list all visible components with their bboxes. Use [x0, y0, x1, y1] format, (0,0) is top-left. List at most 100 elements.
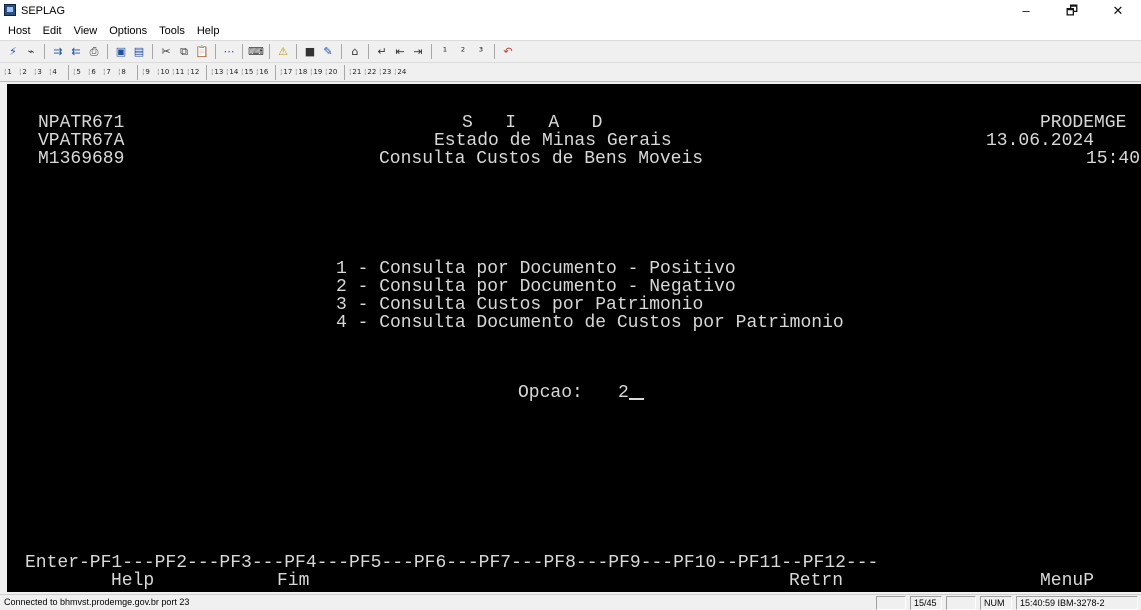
status-panel-empty: [876, 596, 906, 610]
connect-icon[interactable]: ⚡: [5, 44, 21, 60]
option-input[interactable]: 2: [618, 384, 644, 402]
toolbar-separator: [215, 44, 216, 59]
pf22-key[interactable]: 22: [364, 68, 379, 76]
pf16-key[interactable]: 16: [256, 68, 271, 76]
paste-icon[interactable]: 📋: [194, 44, 210, 60]
toolbar-separator: [431, 44, 432, 59]
pf3-key[interactable]: 3: [34, 68, 49, 76]
screen-title: Consulta Custos de Bens Moveis: [379, 149, 704, 169]
toolbar-separator: [494, 44, 495, 59]
terminal-screen[interactable]: NPATR671 VPATR67A M1369689 S I A D Estad…: [7, 84, 1141, 592]
copy-screen-icon[interactable]: ▣: [113, 44, 129, 60]
pf18-key[interactable]: 18: [295, 68, 310, 76]
status-bar: Connected to bhmvst.prodemge.gov.br port…: [0, 594, 1141, 610]
pf5-key[interactable]: 5: [73, 68, 88, 76]
toolbar-separator: [137, 64, 138, 80]
menu-options[interactable]: Options: [103, 22, 153, 40]
pf23-key[interactable]: 23: [379, 68, 394, 76]
option-label: Opcao:: [518, 383, 583, 403]
function-keys-line: Enter-PF1---PF2---PF3---PF4---PF5---PF6-…: [25, 553, 879, 573]
pf20-key[interactable]: 20: [325, 68, 340, 76]
pa2-icon[interactable]: ²: [455, 44, 471, 60]
status-panel-empty: [946, 596, 976, 610]
pf13-key[interactable]: 13: [211, 68, 226, 76]
pf24-key[interactable]: 24: [394, 68, 409, 76]
minimize-button[interactable]: –: [1003, 0, 1049, 22]
display-icon[interactable]: ■: [302, 44, 318, 60]
alert-icon[interactable]: ⚠: [275, 44, 291, 60]
user-id: M1369689: [38, 149, 125, 169]
home-icon[interactable]: ⌂: [347, 44, 363, 60]
close-button[interactable]: ✕: [1095, 0, 1141, 22]
toolbar-separator: [368, 44, 369, 59]
enter-icon[interactable]: ↵: [374, 44, 390, 60]
pf9-label: Retrn: [789, 571, 844, 591]
cut-icon[interactable]: ✂: [158, 44, 174, 60]
pf4-key[interactable]: 4: [49, 68, 64, 76]
pf3-label: Fim: [277, 571, 310, 591]
screen-time: 15:40: [1086, 149, 1141, 169]
pf-key-toolbar: 1 2 3 4 5 6 7 8 9 10 11 12 13 14 15 16 1…: [0, 62, 1141, 82]
pf2-key[interactable]: 2: [19, 68, 34, 76]
text-cursor: [628, 384, 644, 400]
pf10-key[interactable]: 10: [157, 68, 172, 76]
main-toolbar: ⚡ ⌁ ⇉ ⇇ ⎙ ▣ ▤ ✂ ⧉ 📋 ⋯ ⌨ ⚠ ■ ✎ ⌂ ↵ ⇤ ⇥ ¹ …: [0, 40, 1141, 62]
menu-help[interactable]: Help: [191, 22, 226, 40]
num-lock-indicator: NUM: [980, 596, 1012, 610]
pf1-key[interactable]: 1: [4, 68, 19, 76]
window-title: SEPLAG: [21, 5, 66, 17]
copy-icon[interactable]: ⧉: [176, 44, 192, 60]
disconnect-icon[interactable]: ⌁: [23, 44, 39, 60]
pf7-key[interactable]: 7: [103, 68, 118, 76]
toolbar-separator: [68, 64, 69, 80]
pf15-key[interactable]: 15: [241, 68, 256, 76]
cursor-position: 15/45: [910, 596, 942, 610]
option-value[interactable]: 2: [618, 383, 629, 403]
menu-tools[interactable]: Tools: [153, 22, 191, 40]
clock-model: 15:40:59 IBM-3278-2: [1016, 596, 1138, 610]
toolbar-separator: [206, 64, 207, 80]
receive-icon[interactable]: ⇇: [68, 44, 84, 60]
pf9-key[interactable]: 9: [142, 68, 157, 76]
pf12-label: MenuP: [1040, 571, 1095, 591]
system-name: S I A D: [462, 113, 603, 133]
paste-screen-icon[interactable]: ▤: [131, 44, 147, 60]
state-name: Estado de Minas Gerais: [434, 131, 672, 151]
pa1-icon[interactable]: ¹: [437, 44, 453, 60]
pf19-key[interactable]: 19: [310, 68, 325, 76]
settings-icon[interactable]: ✎: [320, 44, 336, 60]
program-id: NPATR671: [38, 113, 125, 133]
macro-icon[interactable]: ⋯: [221, 44, 237, 60]
menu-edit[interactable]: Edit: [37, 22, 68, 40]
pa3-icon[interactable]: ³: [473, 44, 489, 60]
undo-icon[interactable]: ↶: [500, 44, 516, 60]
option-4: 4 - Consulta Documento de Custos por Pat…: [336, 313, 844, 333]
pf17-key[interactable]: 17: [280, 68, 295, 76]
pf8-key[interactable]: 8: [118, 68, 133, 76]
pf11-key[interactable]: 11: [172, 68, 187, 76]
menu-host[interactable]: Host: [2, 22, 37, 40]
send-icon[interactable]: ⇉: [50, 44, 66, 60]
pf14-key[interactable]: 14: [226, 68, 241, 76]
pf12-key[interactable]: 12: [187, 68, 202, 76]
toolbar-separator: [344, 64, 345, 80]
keyboard-icon[interactable]: ⌨: [248, 44, 264, 60]
pf21-key[interactable]: 21: [349, 68, 364, 76]
menu-bar: Host Edit View Options Tools Help: [0, 22, 1141, 40]
toolbar-separator: [296, 44, 297, 59]
toolbar-separator: [152, 44, 153, 59]
app-icon: [4, 4, 16, 16]
pf6-key[interactable]: 6: [88, 68, 103, 76]
company-name: PRODEMGE: [1040, 113, 1127, 133]
tab-icon[interactable]: ⇥: [410, 44, 426, 60]
toolbar-separator: [44, 44, 45, 59]
maximize-button[interactable]: 🗗: [1049, 0, 1095, 22]
option-2: 2 - Consulta por Documento - Negativo: [336, 277, 736, 297]
backtab-icon[interactable]: ⇤: [392, 44, 408, 60]
toolbar-separator: [341, 44, 342, 59]
option-1: 1 - Consulta por Documento - Positivo: [336, 259, 736, 279]
toolbar-separator: [107, 44, 108, 59]
menu-view[interactable]: View: [68, 22, 104, 40]
connection-status: Connected to bhmvst.prodemge.gov.br port…: [4, 597, 190, 607]
print-icon[interactable]: ⎙: [86, 44, 102, 60]
